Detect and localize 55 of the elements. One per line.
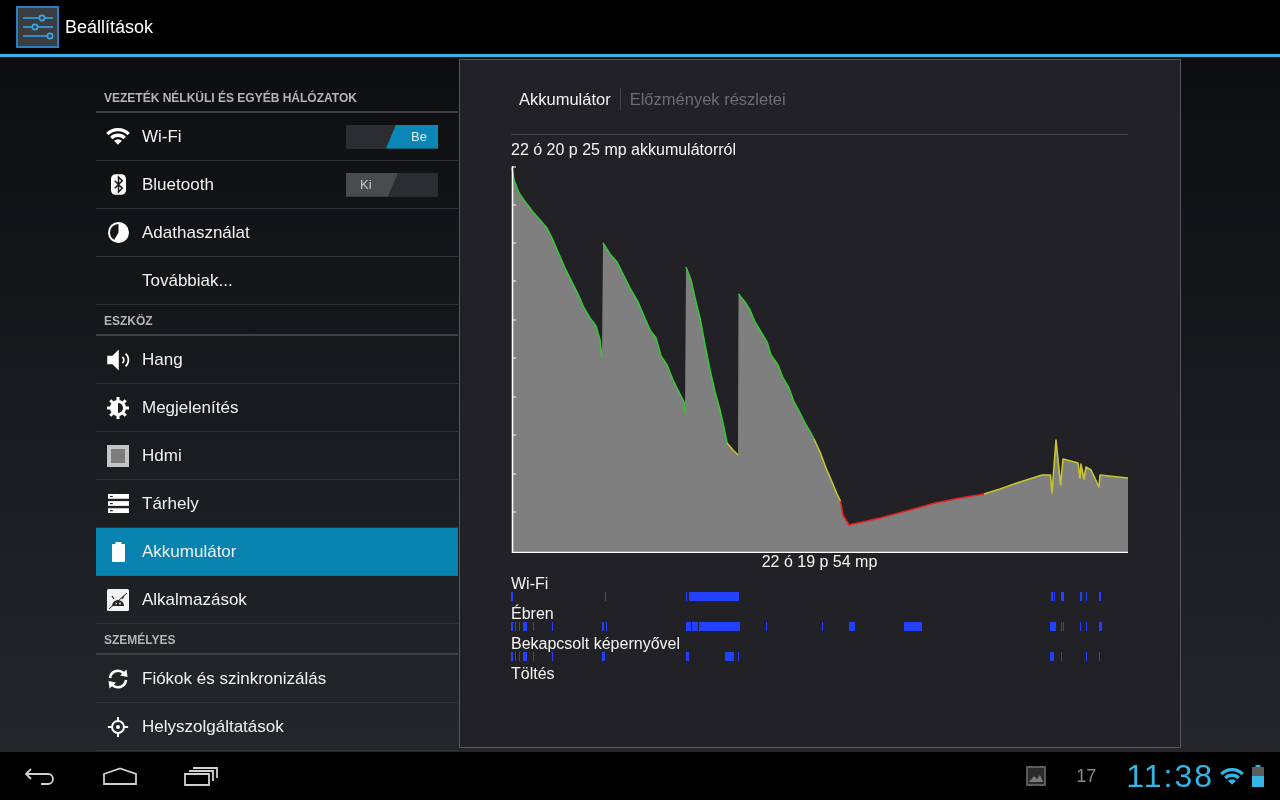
activity-segment [1061, 592, 1064, 601]
breadcrumb[interactable]: Akkumulátor [519, 88, 611, 110]
settings-item[interactable]: Wi-Fi Be [96, 113, 458, 161]
clock: 11:38 [1126, 758, 1214, 794]
section-heading: VEZETÉK NÉLKÜLI ÉS EGYÉB HÁLÓZATOK [104, 91, 357, 106]
status-text: 17 [1076, 765, 1097, 787]
picture-icon[interactable] [1026, 766, 1047, 786]
sync-icon [107, 667, 129, 690]
storage-icon [107, 494, 129, 513]
bluetooth-icon [110, 174, 126, 195]
settings-item[interactable]: Akkumulátor [96, 528, 458, 576]
back-icon[interactable] [24, 767, 56, 785]
time-label: 22 ó 19 p 54 mp [761, 553, 878, 571]
target-icon [107, 715, 129, 738]
settings-item[interactable]: Továbbiak... [96, 257, 458, 305]
activity-label: Wi-Fi [511, 576, 549, 592]
activity-segment [904, 622, 922, 631]
settings-item[interactable]: Adathasználat [96, 209, 458, 257]
chart-title: 22 ó 20 p 25 mp akkumulátorról [511, 141, 736, 159]
activity-segment [602, 652, 605, 661]
home-icon[interactable] [102, 767, 138, 785]
robot-icon [107, 588, 129, 611]
activity-label: Ébren [511, 606, 554, 622]
wifi-signal-icon [1220, 767, 1244, 785]
sliders-icon[interactable] [16, 6, 59, 48]
activity-label: Bekapcsolt képernyővel [511, 636, 680, 652]
brightness-icon [107, 396, 129, 419]
section-heading: SZEMÉLYES [104, 633, 176, 648]
settings-item[interactable]: Alkalmazások [96, 576, 458, 624]
activity-segment [523, 622, 527, 631]
battery-icon [111, 541, 125, 562]
activity-segment [686, 652, 689, 661]
settings-item[interactable]: Megjelenítés [96, 384, 458, 432]
activity-segment [849, 622, 855, 631]
chip-icon [107, 444, 129, 467]
app-title: Beállítások [65, 16, 154, 38]
activity-segment [523, 652, 527, 661]
pie-chart-icon [107, 222, 129, 243]
activity-label: Töltés [511, 666, 555, 682]
toggle-switch[interactable]: Ki [346, 172, 438, 197]
settings-item[interactable]: Hang [96, 336, 458, 384]
activity-segment [689, 592, 739, 601]
battery-status-icon [1252, 765, 1264, 787]
settings-item[interactable]: Hdmi [96, 432, 458, 480]
speaker-icon [106, 348, 130, 371]
activity-segment [1099, 622, 1102, 631]
activity-segment [725, 652, 734, 661]
activity-segment [1050, 652, 1054, 661]
section-heading: ESZKÖZ [104, 314, 153, 329]
settings-item[interactable]: Bluetooth Ki [96, 161, 458, 209]
settings-item[interactable]: Helyszolgáltatások [96, 703, 458, 751]
settings-item[interactable]: Fiókok és szinkronizálás [96, 655, 458, 703]
recents-icon[interactable] [184, 766, 218, 786]
wifi-icon [106, 128, 130, 145]
activity-segment [1050, 622, 1056, 631]
